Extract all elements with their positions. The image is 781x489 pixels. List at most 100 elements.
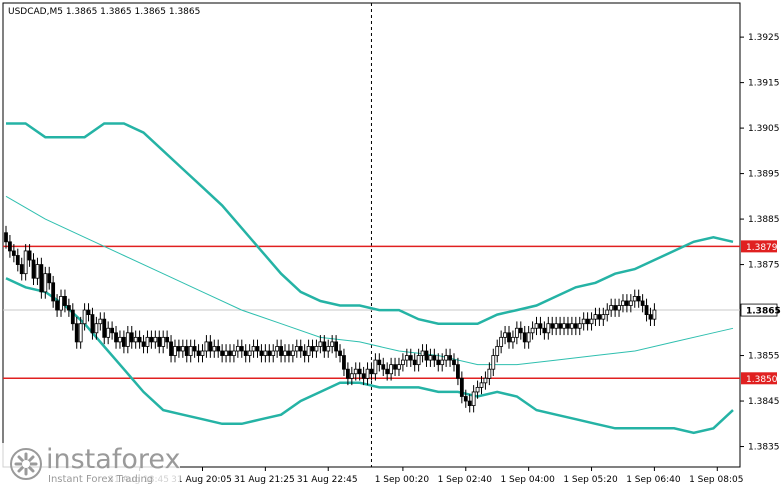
candle-body — [161, 336, 166, 347]
x-tick-label: 1 Sep 05:20 — [563, 475, 618, 485]
candle-body — [137, 336, 142, 343]
candle-body — [577, 323, 582, 329]
candle-body — [499, 336, 504, 347]
candle-body — [381, 364, 386, 370]
candle-body — [542, 327, 547, 334]
candle-body — [259, 350, 264, 356]
candle-body — [408, 355, 413, 361]
candle-body — [23, 250, 28, 275]
candle-body — [114, 332, 118, 343]
candle-body — [78, 323, 83, 343]
candle-body — [287, 350, 291, 356]
candle-body — [436, 359, 441, 366]
y-tick-label: 1.3905 — [748, 124, 780, 134]
candle-body — [31, 259, 36, 279]
candle-body — [8, 241, 12, 252]
candle-body — [106, 327, 111, 338]
candle-body — [440, 359, 445, 366]
y-tick-label: 1.3885 — [748, 215, 780, 225]
x-tick-label: 31 Aug 21:25 — [234, 475, 295, 485]
candle-body — [613, 305, 618, 311]
candle-body — [271, 350, 276, 356]
candle-body — [463, 396, 468, 402]
candle-body — [145, 336, 150, 347]
candle-body — [585, 318, 590, 325]
candle-body — [188, 346, 193, 356]
y-tick-label: 1.3925 — [748, 33, 780, 43]
candle-body — [401, 359, 405, 366]
watermark-tagline: Instant Forex Trading — [48, 474, 154, 485]
candle-body — [342, 355, 346, 370]
candle-body — [263, 350, 268, 356]
candle-body — [589, 318, 594, 325]
candle-body — [275, 346, 280, 352]
candle-body — [283, 350, 287, 356]
candle-body — [19, 264, 24, 275]
candle-body — [306, 346, 311, 356]
y-tick-label: 1.3845 — [748, 397, 780, 407]
candle-body — [530, 327, 535, 334]
candle-body — [558, 323, 562, 329]
candle-body — [534, 323, 539, 329]
candle-body — [495, 346, 500, 356]
candle-body — [550, 323, 555, 329]
instaforex-logo-icon — [10, 448, 42, 480]
candle-body — [605, 309, 610, 316]
candle-body — [373, 359, 378, 375]
candle-body — [216, 346, 221, 352]
candle-body — [644, 305, 649, 316]
x-tick-label: 1 Sep 06:40 — [626, 475, 681, 485]
candle-body — [125, 332, 130, 347]
candle-body — [648, 314, 653, 320]
price-chart: USDCAD,M5 1.3865 1.3865 1.3865 1.3865 1.… — [0, 0, 781, 489]
candle-body — [518, 327, 523, 334]
candle-body — [385, 368, 390, 375]
candle-body — [212, 346, 217, 352]
candle-body — [459, 377, 464, 397]
candle-body — [361, 373, 366, 379]
candle-body — [573, 323, 578, 329]
candle-body — [235, 346, 240, 352]
y-tick-label: 1.3835 — [748, 443, 780, 453]
candle-body — [200, 350, 205, 356]
candle-body — [98, 318, 103, 325]
candle-body — [412, 359, 417, 366]
candle-body — [569, 323, 574, 329]
candle-body — [522, 332, 527, 343]
candle-body — [224, 350, 228, 356]
candle-body — [397, 364, 401, 370]
candle-body — [452, 359, 456, 366]
candle-body — [149, 336, 154, 343]
candle-body — [27, 250, 32, 261]
candle-body — [39, 264, 44, 293]
candle-body — [66, 305, 71, 311]
candle-body — [640, 300, 645, 306]
candle-body — [129, 332, 134, 343]
candle-body — [491, 355, 496, 370]
candle-body — [389, 364, 394, 375]
candle-body — [538, 323, 543, 329]
watermark-brand: instaforex — [46, 444, 181, 475]
candle-body — [456, 364, 460, 379]
current-price-label: 1.3865 — [746, 307, 781, 317]
candle-body — [593, 314, 598, 320]
x-tick-label: 1 Sep 08:05 — [689, 475, 743, 485]
candle-body — [86, 309, 91, 316]
candle-body — [290, 350, 295, 356]
candle-body — [636, 296, 641, 302]
candle-body — [487, 368, 492, 379]
x-tick-label: 31 Aug 20:05 — [171, 475, 232, 485]
candle-body — [420, 350, 425, 356]
y-tick-label: 1.3875 — [748, 261, 780, 271]
candle-body — [70, 309, 75, 325]
y-tick-label: 1.3895 — [748, 170, 780, 180]
candle-body — [74, 323, 79, 343]
candle-body — [184, 346, 189, 356]
x-tick-label: 1 Sep 04:00 — [500, 475, 555, 485]
candle-body — [448, 355, 452, 361]
candle-body — [208, 341, 213, 352]
candle-body — [196, 350, 201, 356]
candle-body — [349, 373, 354, 379]
candle-body — [467, 400, 472, 406]
candle-body — [192, 346, 197, 352]
